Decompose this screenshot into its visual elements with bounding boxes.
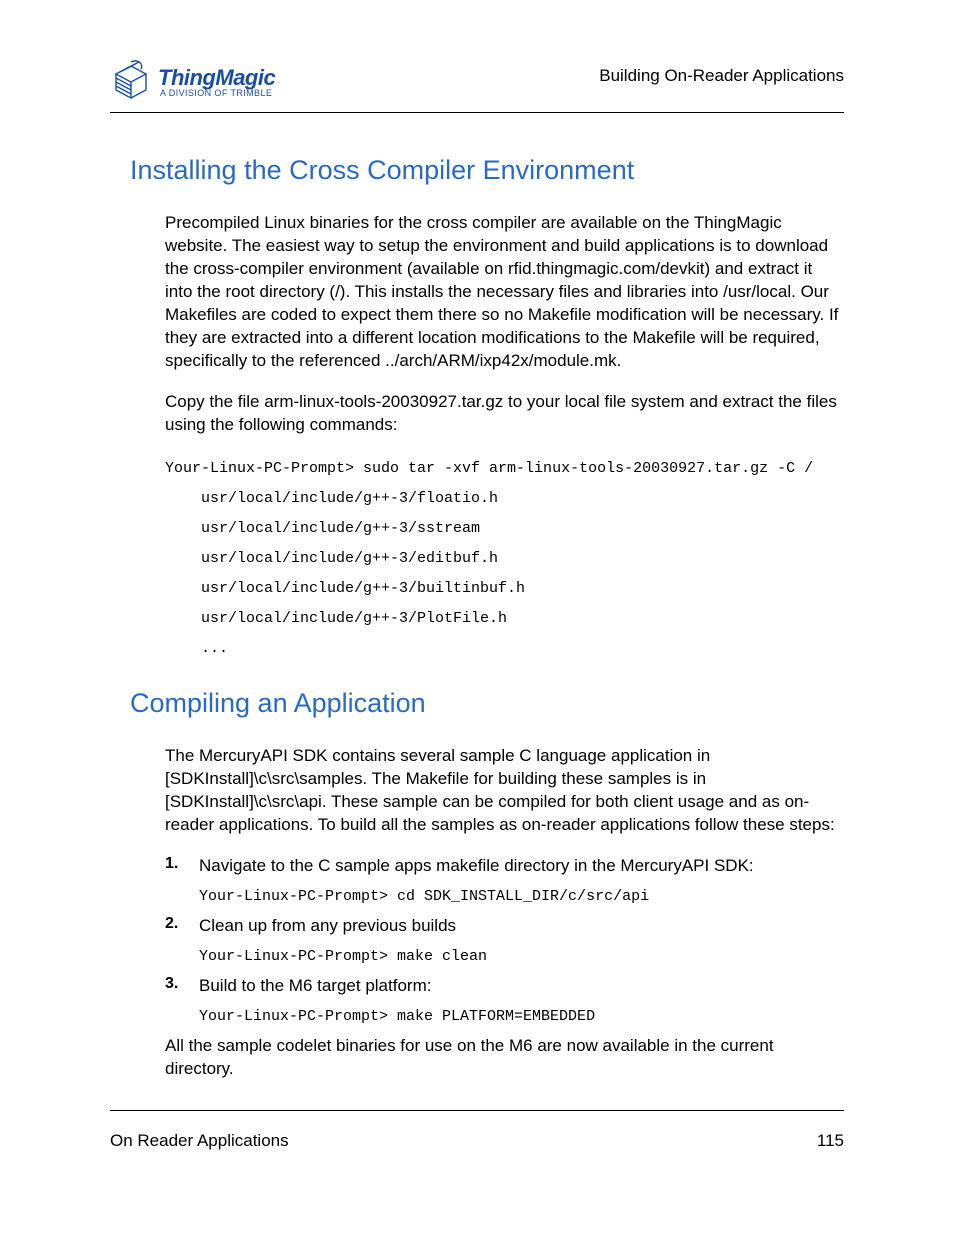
code-line: usr/local/include/g++-3/editbuf.h	[165, 544, 844, 574]
section-heading-compile: Compiling an Application	[130, 688, 844, 719]
section-heading-install: Installing the Cross Compiler Environmen…	[130, 155, 844, 186]
install-paragraph-2: Copy the file arm-linux-tools-20030927.t…	[165, 391, 844, 437]
code-line: usr/local/include/g++-3/sstream	[165, 514, 844, 544]
step-code: Your-Linux-PC-Prompt> make clean	[199, 948, 844, 965]
logo-sub-text: A DIVISION OF TRIMBLE	[158, 89, 275, 98]
step-3: Build to the M6 target platform: Your-Li…	[165, 975, 844, 1025]
step-text: Navigate to the C sample apps makefile d…	[199, 856, 754, 875]
compile-steps-list: Navigate to the C sample apps makefile d…	[165, 855, 844, 1025]
code-line: usr/local/include/g++-3/builtinbuf.h	[165, 574, 844, 604]
step-code: Your-Linux-PC-Prompt> make PLATFORM=EMBE…	[199, 1008, 844, 1025]
logo-text: ThingMagic A DIVISION OF TRIMBLE	[158, 67, 275, 98]
logo-main-text: ThingMagic	[158, 67, 275, 89]
page-header: ThingMagic A DIVISION OF TRIMBLE Buildin…	[110, 60, 844, 104]
brand-logo: ThingMagic A DIVISION OF TRIMBLE	[110, 60, 275, 104]
footer-row: On Reader Applications 115	[110, 1131, 844, 1151]
page-number: 115	[817, 1131, 844, 1151]
header-chapter-title: Building On-Reader Applications	[599, 66, 844, 104]
install-paragraph-1: Precompiled Linux binaries for the cross…	[165, 212, 844, 373]
code-line: usr/local/include/g++-3/floatio.h	[165, 484, 844, 514]
step-text: Clean up from any previous builds	[199, 916, 456, 935]
page-content: ThingMagic A DIVISION OF TRIMBLE Buildin…	[0, 0, 954, 1081]
code-line: Your-Linux-PC-Prompt> sudo tar -xvf arm-…	[165, 460, 813, 477]
footer-divider	[110, 1110, 844, 1111]
compile-paragraph-1: The MercuryAPI SDK contains several samp…	[165, 745, 844, 837]
install-code-block: Your-Linux-PC-Prompt> sudo tar -xvf arm-…	[165, 454, 844, 664]
header-divider	[110, 112, 844, 113]
step-1: Navigate to the C sample apps makefile d…	[165, 855, 844, 905]
step-code: Your-Linux-PC-Prompt> cd SDK_INSTALL_DIR…	[199, 888, 844, 905]
code-line: ...	[165, 634, 844, 664]
step-2: Clean up from any previous builds Your-L…	[165, 915, 844, 965]
step-text: Build to the M6 target platform:	[199, 976, 431, 995]
page-footer: On Reader Applications 115	[110, 1110, 844, 1151]
code-line: usr/local/include/g++-3/PlotFile.h	[165, 604, 844, 634]
compile-paragraph-2: All the sample codelet binaries for use …	[165, 1035, 844, 1081]
footer-left-text: On Reader Applications	[110, 1131, 289, 1151]
cube-icon	[110, 60, 152, 104]
